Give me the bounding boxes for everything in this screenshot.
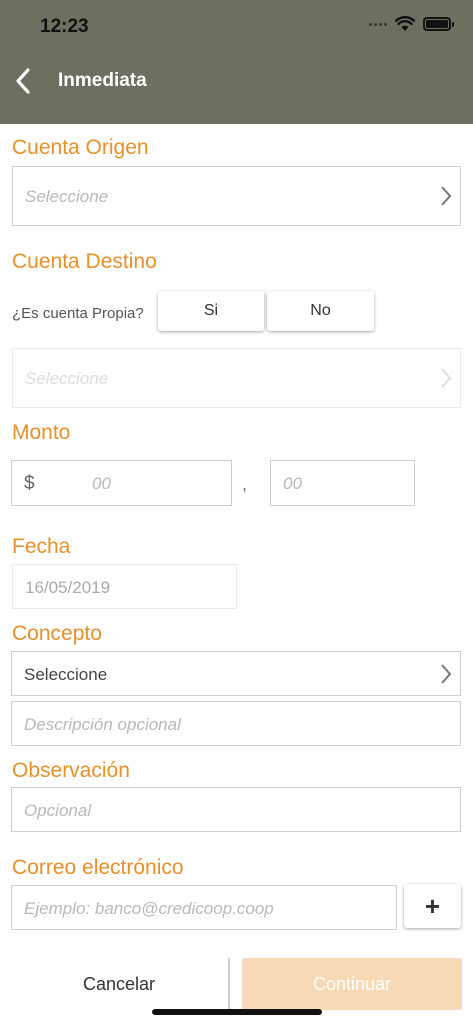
status-time: 12:23	[40, 16, 89, 37]
fecha-value: 16/05/2019	[25, 578, 111, 597]
cancel-button[interactable]: Cancelar	[10, 958, 230, 1010]
cuenta-origen-select[interactable]: Seleccione	[12, 166, 461, 226]
page-title: Inmediata	[58, 70, 147, 91]
nav-header: 12:23 Inmediata	[0, 0, 473, 124]
wifi-icon	[395, 16, 415, 31]
battery-icon	[423, 17, 454, 31]
cuenta-origen-label: Cuenta Origen	[12, 136, 149, 159]
correo-placeholder: Ejemplo: banco@credicoop.coop	[24, 899, 274, 918]
cuenta-destino-select[interactable]: Seleccione	[12, 348, 461, 408]
currency-symbol: $	[24, 473, 35, 494]
decimal-separator: ,	[242, 474, 248, 494]
signal-icon	[369, 22, 387, 26]
fecha-label: Fecha	[12, 535, 71, 558]
back-chevron-icon	[16, 68, 30, 94]
chevron-right-icon	[441, 186, 452, 206]
monto-label: Monto	[12, 421, 71, 444]
observacion-placeholder: Opcional	[24, 801, 92, 820]
concepto-label: Concepto	[12, 622, 102, 645]
concepto-selected: Seleccione	[24, 665, 108, 684]
cuenta-destino-placeholder: Seleccione	[25, 369, 109, 388]
cuenta-propia-no-button[interactable]: No	[267, 291, 374, 331]
back-button[interactable]	[8, 64, 38, 98]
monto-integer-input[interactable]: $ 00	[11, 460, 232, 506]
status-icons	[369, 16, 454, 32]
cuenta-propia-question: ¿Es cuenta Propia?	[12, 305, 144, 322]
continue-button[interactable]: Continuar	[242, 958, 462, 1010]
correo-label: Correo electrónico	[12, 856, 184, 879]
descripcion-placeholder: Descripción opcional	[24, 715, 181, 734]
observacion-label: Observación	[12, 759, 130, 782]
add-email-button[interactable]: +	[404, 884, 461, 928]
descripcion-input[interactable]: Descripción opcional	[11, 701, 461, 746]
fecha-field[interactable]: 16/05/2019	[12, 564, 237, 609]
monto-decimal-input[interactable]: 00	[270, 460, 415, 506]
cuenta-propia-si-button[interactable]: Si	[158, 291, 264, 331]
correo-input[interactable]: Ejemplo: banco@credicoop.coop	[11, 885, 397, 930]
monto-integer-placeholder: 00	[92, 474, 111, 493]
chevron-right-icon	[441, 664, 452, 684]
cuenta-destino-label: Cuenta Destino	[12, 250, 157, 273]
monto-decimal-placeholder: 00	[283, 474, 302, 493]
chevron-right-icon	[441, 368, 452, 388]
observacion-input[interactable]: Opcional	[11, 787, 461, 832]
home-indicator	[152, 1009, 322, 1015]
concepto-select[interactable]: Seleccione	[11, 651, 461, 696]
cuenta-origen-placeholder: Seleccione	[25, 187, 109, 206]
